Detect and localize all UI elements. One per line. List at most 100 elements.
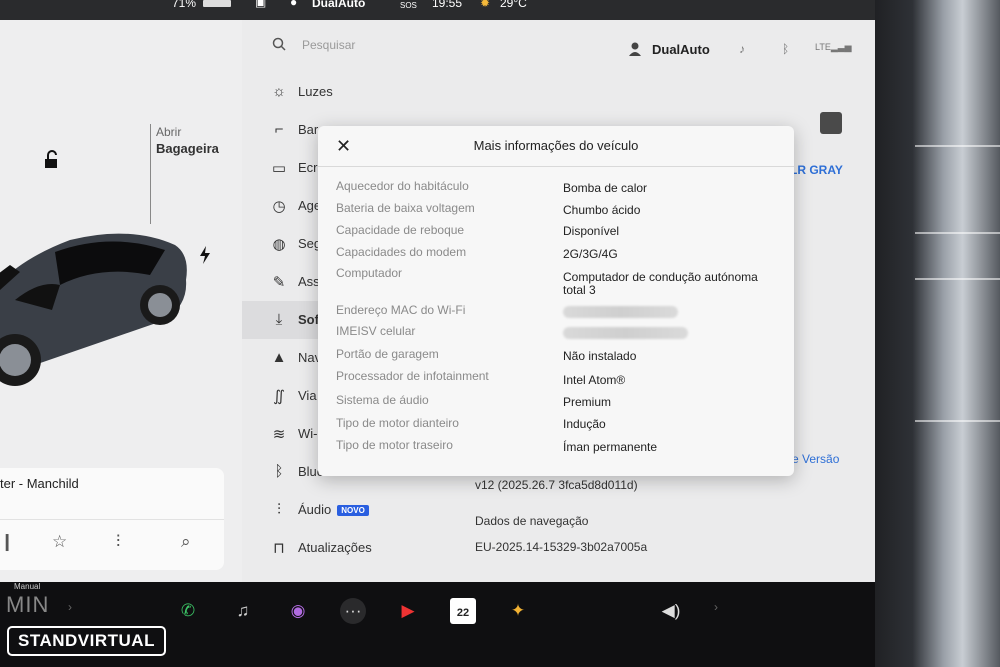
touchscreen: 71% ▣ ● DualAuto SOS 19:55 ✹ 29°C Abrir … (0, 0, 875, 582)
row-label: Processador de infotainment (336, 369, 489, 383)
modal-title: Mais informações do veículo (473, 138, 639, 153)
row-value: Bomba de calor (563, 181, 648, 195)
menu-item-label: Via (298, 388, 317, 403)
youtube-music-icon[interactable]: ▶ (395, 598, 421, 624)
row-value: Indução (563, 417, 606, 431)
outside-temperature: 29°C (500, 0, 527, 10)
trunk-action-label[interactable]: Abrir (156, 125, 181, 139)
row-label: Aquecedor do habitáculo (336, 179, 469, 193)
user-icon[interactable] (628, 42, 642, 56)
shield-icon: ◍ (272, 236, 286, 253)
profile-name[interactable]: DualAuto (652, 42, 710, 57)
volume-icon[interactable]: ◀) (658, 598, 684, 624)
row-label: Capacidades do modem (336, 245, 467, 259)
status-bar: 71% ▣ ● DualAuto SOS 19:55 ✹ 29°C (0, 0, 875, 20)
menu-item-label: Atualizações (298, 540, 372, 555)
pause-icon[interactable]: ❙ (0, 532, 14, 552)
row-label: Endereço MAC do Wi-Fi (336, 303, 466, 317)
status-user-name[interactable]: DualAuto (312, 0, 365, 9)
vehicle-info-modal: ✕ Mais informações do veículo Aquecedor … (318, 126, 794, 476)
clock-icon: ◷ (272, 198, 286, 215)
seat-icon: ⌐ (274, 121, 284, 138)
wifi-icon: ≋ (272, 426, 286, 443)
phone-icon[interactable]: ✆ (175, 598, 201, 624)
display-icon: ▭ (271, 160, 287, 177)
row-value: Íman permanente (563, 440, 658, 454)
bezel-slat (915, 420, 1000, 422)
standvirtual-watermark: STANDVIRTUAL (7, 626, 166, 656)
battery-percent: 71% (172, 0, 197, 10)
frunk-unlock-icon[interactable] (42, 150, 62, 170)
calendar-icon[interactable]: 22 (450, 598, 476, 624)
bluetooth-icon[interactable]: ᛒ (782, 42, 789, 56)
wrench-icon: ✎ (272, 274, 286, 291)
clock-time: 19:55 (432, 0, 463, 10)
more-apps-icon[interactable]: ··· (340, 598, 366, 624)
camera-icon[interactable]: ◉ (285, 598, 311, 624)
menu-item-label: Ass (298, 274, 320, 289)
menu-item-text: Áudio (298, 502, 332, 517)
user-icon[interactable]: ● (290, 0, 297, 8)
download-icon: ⤓ (275, 311, 283, 328)
row-label: Portão de garagem (336, 347, 439, 361)
row-value-continued: total 3 (563, 283, 596, 297)
search-input[interactable]: Pesquisar (302, 38, 355, 52)
search-icon[interactable]: ⌕ (181, 532, 191, 552)
search-icon[interactable] (272, 37, 286, 51)
chevron-right-icon[interactable]: › (714, 600, 718, 614)
menu-item-atualizacoes[interactable]: ⊓ Atualizações (242, 529, 472, 567)
row-label: Tipo de motor dianteiro (336, 416, 459, 430)
menu-item-label: Wi- (298, 426, 318, 441)
nav-data-label: Dados de navegação (475, 514, 589, 528)
menu-item-label: Bar (298, 122, 319, 137)
redacted-value (563, 306, 678, 318)
navigation-icon: ▲ (271, 349, 287, 366)
menu-item-label: Luzes (298, 84, 333, 99)
gear-value[interactable]: MIN (6, 592, 49, 618)
row-label: Bateria de baixa voltagem (336, 201, 475, 215)
redacted-value (563, 327, 688, 339)
lte-signal-icon: LTE▂▃▅ (815, 42, 852, 52)
row-label: IMEISV celular (336, 324, 416, 338)
bell-icon[interactable]: ♪ (739, 42, 745, 56)
row-label: Capacidade de reboque (336, 223, 465, 237)
equalizer-icon[interactable]: ⫶ (116, 532, 120, 552)
sos-icon[interactable]: SOS (400, 0, 417, 12)
chevron-right-icon[interactable]: › (68, 600, 72, 614)
menu-item-luzes[interactable]: ☼ Luzes (242, 73, 472, 111)
row-label: Sistema de áudio (336, 393, 429, 407)
sun-weather-icon: ✹ (480, 0, 491, 10)
menu-item-label: Ecr (298, 160, 318, 175)
row-value: Premium (563, 395, 612, 409)
row-label: Computador (336, 266, 403, 280)
row-value: Disponível (563, 224, 620, 238)
lock-status-icon[interactable]: ▣ (255, 0, 266, 8)
row-label: Tipo de motor traseiro (336, 438, 453, 452)
row-value: 2G/3G/4G (563, 247, 618, 261)
new-badge: NOVO (337, 505, 369, 517)
bezel-slat (915, 145, 1000, 147)
sun-icon: ☼ (272, 83, 286, 100)
bezel-slat (915, 232, 1000, 234)
media-divider (0, 519, 224, 520)
menu-item-audio[interactable]: ⫶ Áudio NOVO (242, 491, 472, 529)
modal-divider (318, 166, 794, 167)
lock-icon: ⊓ (273, 540, 285, 557)
star-icon[interactable]: ☆ (52, 532, 67, 552)
release-notes-link[interactable]: e Versão (792, 452, 839, 466)
toybox-icon[interactable]: ✦ (505, 598, 531, 624)
media-player: ter - Manchild ❙ ☆ ⫶ ⌕ (0, 468, 224, 570)
row-value: Chumbo ácido (563, 203, 641, 217)
trunk-callout-line (150, 124, 151, 224)
trunk-label[interactable]: Bagageira (156, 141, 219, 156)
charge-port-icon[interactable] (198, 246, 212, 264)
nav-data-value: EU-2025.14-15329-3b02a7005a (475, 540, 648, 554)
gear-mode-label: Manual (14, 582, 41, 591)
car-panel: Abrir Bagageira ter - Manchild ❙ ☆ ⫶ ⌕ (0, 20, 242, 582)
media-track-title[interactable]: ter - Manchild (0, 476, 79, 491)
paint-color-link[interactable]: LR GRAY (790, 163, 843, 177)
music-icon[interactable]: ♫ (230, 598, 256, 624)
software-version: v12 (2025.26.7 3fca5d8d011d) (475, 478, 638, 492)
background-bezel (875, 0, 1000, 667)
gallery-icon[interactable] (820, 112, 842, 134)
